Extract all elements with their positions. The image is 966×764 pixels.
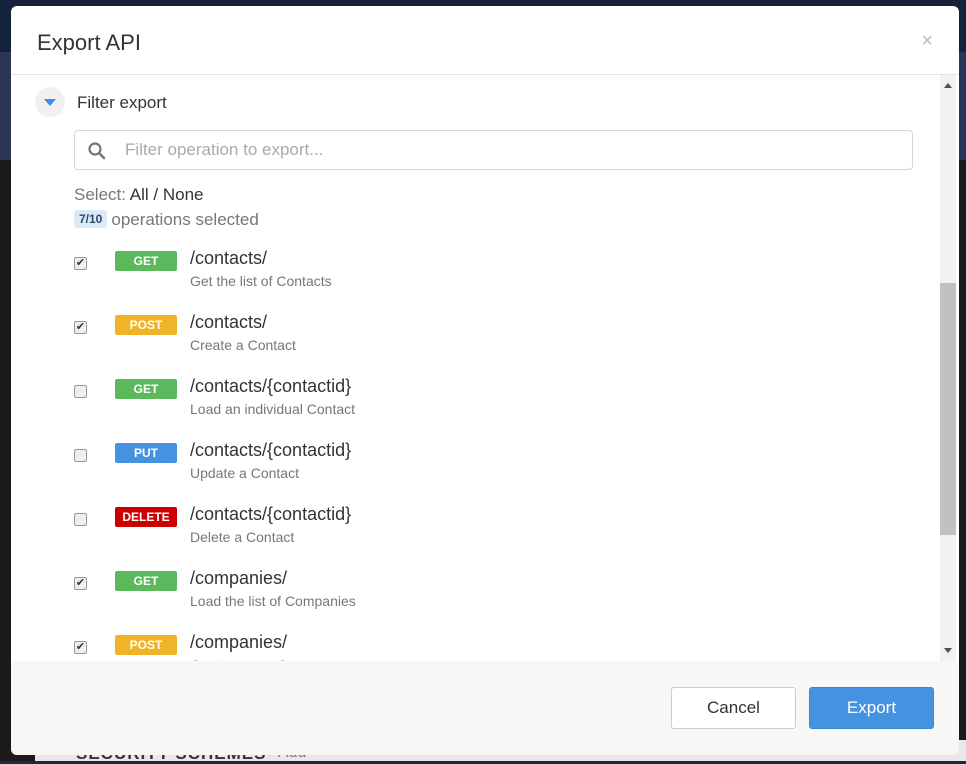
operation-row: GET /contacts/{contactid} Load an indivi… — [74, 376, 874, 439]
operation-description: Get the list of Contacts — [190, 273, 332, 289]
select-all-link[interactable]: All — [130, 185, 149, 204]
count-suffix: operations selected — [111, 210, 259, 229]
operation-checkbox[interactable]: ✔ — [74, 257, 87, 270]
selection-count: 7/10 operations selected — [74, 210, 259, 230]
export-api-modal: Export API × Filter export Select: All /… — [11, 6, 959, 755]
operation-path: /companies/ — [190, 632, 288, 652]
filter-operation-input[interactable] — [125, 139, 895, 161]
filter-search-box[interactable] — [74, 130, 913, 170]
method-badge: PUT — [115, 443, 177, 463]
operation-description: Delete a Contact — [190, 529, 295, 545]
modal-body: Filter export Select: All / None 7/10ope… — [11, 75, 959, 661]
operation-row: ✔ GET /companies/ Load the list of Compa… — [74, 568, 874, 631]
filter-export-title[interactable]: Filter export — [77, 93, 167, 113]
operation-checkbox[interactable] — [74, 449, 87, 462]
operation-row: DELETE /contacts/{contactid} Delete a Co… — [74, 504, 874, 567]
operation-row: ✔ POST /companies/ Create a new Company — [74, 632, 874, 661]
cancel-button[interactable]: Cancel — [671, 687, 796, 729]
scroll-up-icon[interactable] — [944, 83, 952, 88]
operation-path: /companies/ — [190, 568, 288, 588]
select-separator: / — [148, 185, 163, 204]
operation-row: ✔ GET /contacts/ Get the list of Contact… — [74, 248, 874, 311]
operation-checkbox[interactable]: ✔ — [74, 577, 87, 590]
modal-title: Export API — [37, 30, 141, 55]
search-icon — [88, 142, 106, 160]
method-badge: POST — [115, 315, 177, 335]
collapse-toggle-icon[interactable] — [35, 87, 65, 117]
modal-header: Export API × — [11, 6, 959, 75]
operation-description: Create a Contact — [190, 337, 296, 353]
select-label: Select: — [74, 185, 126, 204]
method-badge: DELETE — [115, 507, 177, 527]
operation-path: /contacts/{contactid} — [190, 504, 352, 524]
operation-description: Update a Contact — [190, 465, 299, 481]
operation-description: Load the list of Companies — [190, 593, 356, 609]
method-badge: GET — [115, 251, 177, 271]
scrollbar-thumb[interactable] — [940, 283, 956, 535]
select-controls: Select: All / None — [74, 185, 204, 205]
operation-path: /contacts/{contactid} — [190, 440, 352, 460]
operation-checkbox[interactable]: ✔ — [74, 641, 87, 654]
count-badge: 7/10 — [74, 210, 108, 228]
operation-checkbox[interactable] — [74, 513, 87, 526]
operation-row: PUT /contacts/{contactid} Update a Conta… — [74, 440, 874, 503]
export-button[interactable]: Export — [809, 687, 934, 729]
operation-path: /contacts/ — [190, 312, 268, 332]
method-badge: GET — [115, 379, 177, 399]
modal-footer: Cancel Export — [11, 661, 959, 755]
scrollbar[interactable] — [940, 75, 956, 661]
scroll-down-icon[interactable] — [944, 648, 952, 653]
operation-description: Load an individual Contact — [190, 401, 356, 417]
close-icon[interactable]: × — [921, 30, 933, 53]
operation-path: /contacts/{contactid} — [190, 376, 352, 396]
operation-checkbox[interactable]: ✔ — [74, 321, 87, 334]
operation-path: /contacts/ — [190, 248, 268, 268]
method-badge: POST — [115, 635, 177, 655]
method-badge: GET — [115, 571, 177, 591]
select-none-link[interactable]: None — [163, 185, 204, 204]
operation-checkbox[interactable] — [74, 385, 87, 398]
operation-row: ✔ POST /contacts/ Create a Contact — [74, 312, 874, 375]
